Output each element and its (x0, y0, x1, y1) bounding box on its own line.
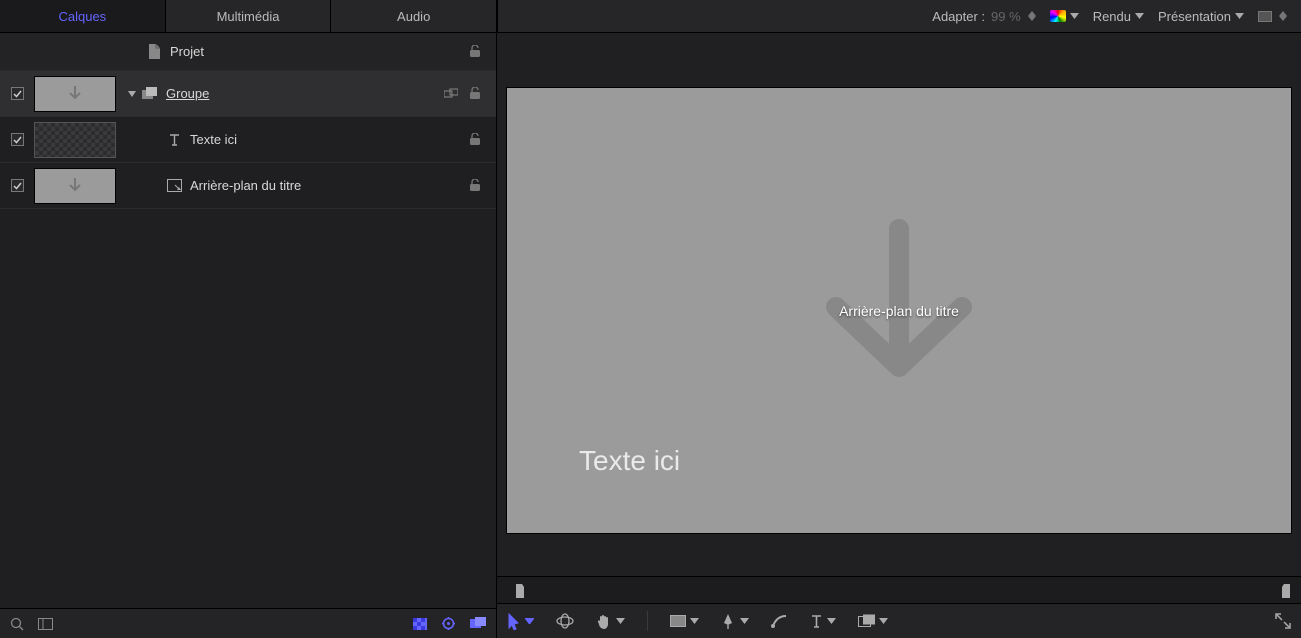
tab-audio[interactable]: Audio (331, 0, 497, 32)
out-point-marker-icon[interactable] (1281, 583, 1291, 599)
layer-label: Arrière-plan du titre (190, 178, 462, 193)
layer-thumbnail (34, 76, 116, 112)
chevron-down-icon (1135, 13, 1144, 19)
rectangle-tool[interactable] (670, 615, 699, 627)
stepper-icon (1028, 11, 1036, 21)
full-screen-icon[interactable] (1275, 613, 1291, 629)
lock-toggle[interactable] (462, 133, 488, 146)
render-menu[interactable]: Rendu (1093, 9, 1144, 24)
chevron-down-icon (690, 618, 699, 624)
layer-label: Groupe (166, 86, 440, 101)
canvas-stage[interactable]: Arrière-plan du titre Texte ici (507, 88, 1291, 533)
separator (647, 611, 648, 631)
stepper-icon (1279, 11, 1287, 21)
render-label: Rendu (1093, 9, 1131, 24)
canvas-viewer[interactable]: Arrière-plan du titre Texte ici (497, 33, 1301, 576)
in-point-marker-icon[interactable] (515, 583, 525, 599)
visibility-checkbox[interactable] (11, 87, 24, 100)
chevron-down-icon (827, 618, 836, 624)
view-label: Présentation (1158, 9, 1231, 24)
chevron-down-icon (525, 618, 534, 624)
chevron-down-icon (1070, 13, 1079, 19)
panel-collapse-icon[interactable] (38, 618, 53, 630)
visibility-checkbox[interactable] (11, 179, 24, 192)
viewport-box-icon (1258, 11, 1272, 22)
image-placeholder-icon (166, 178, 182, 194)
play-range-bar[interactable] (497, 576, 1301, 604)
lock-toggle[interactable] (462, 179, 488, 192)
masks-filter-icon[interactable] (470, 617, 486, 630)
disclosure-triangle-icon[interactable] (126, 88, 138, 100)
placeholder-label: Arrière-plan du titre (839, 303, 959, 319)
viewport-layout-menu[interactable] (1258, 11, 1287, 22)
color-swatch-icon (1050, 10, 1066, 22)
group-layers-icon (142, 86, 158, 102)
layer-thumbnail (34, 122, 116, 158)
lock-toggle[interactable] (462, 87, 488, 100)
canvas-text-layer[interactable]: Texte ici (579, 445, 680, 477)
layer-row-text[interactable]: Texte ici (0, 117, 496, 163)
layer-row-title-bg[interactable]: Arrière-plan du titre (0, 163, 496, 209)
layer-row-group[interactable]: Groupe (0, 71, 496, 117)
lock-toggle[interactable] (462, 45, 488, 58)
search-icon[interactable] (10, 617, 24, 631)
layer-label: Projet (170, 44, 462, 59)
view-menu[interactable]: Présentation (1158, 9, 1244, 24)
layer-row-project[interactable]: Projet (0, 33, 496, 71)
text-tool[interactable] (810, 614, 836, 628)
fit-label: Adapter : (932, 9, 985, 24)
fit-value: 99 % (991, 9, 1021, 24)
layer-thumbnail (34, 168, 116, 204)
pan-tool[interactable] (596, 613, 625, 630)
paint-stroke-tool[interactable] (771, 614, 788, 629)
tab-media[interactable]: Multimédia (166, 0, 332, 32)
document-icon (146, 44, 162, 60)
select-tool[interactable] (507, 613, 534, 630)
chevron-down-icon (879, 618, 888, 624)
chevron-down-icon (740, 618, 749, 624)
chevron-down-icon (1235, 13, 1244, 19)
behaviors-filter-icon[interactable] (441, 616, 456, 631)
chevron-down-icon (616, 618, 625, 624)
layer-label: Texte ici (190, 132, 462, 147)
pen-tool[interactable] (721, 613, 749, 630)
text-icon (166, 132, 182, 148)
link-toggle[interactable] (440, 88, 462, 100)
color-channel-menu[interactable] (1050, 10, 1079, 22)
mask-tool[interactable] (858, 614, 888, 628)
fit-zoom-control[interactable]: Adapter : 99 % (932, 9, 1035, 24)
tab-layers[interactable]: Calques (0, 0, 166, 32)
visibility-checkbox[interactable] (11, 133, 24, 146)
3d-transform-tool[interactable] (556, 613, 574, 629)
checkerboard-filter-icon[interactable] (413, 618, 427, 630)
